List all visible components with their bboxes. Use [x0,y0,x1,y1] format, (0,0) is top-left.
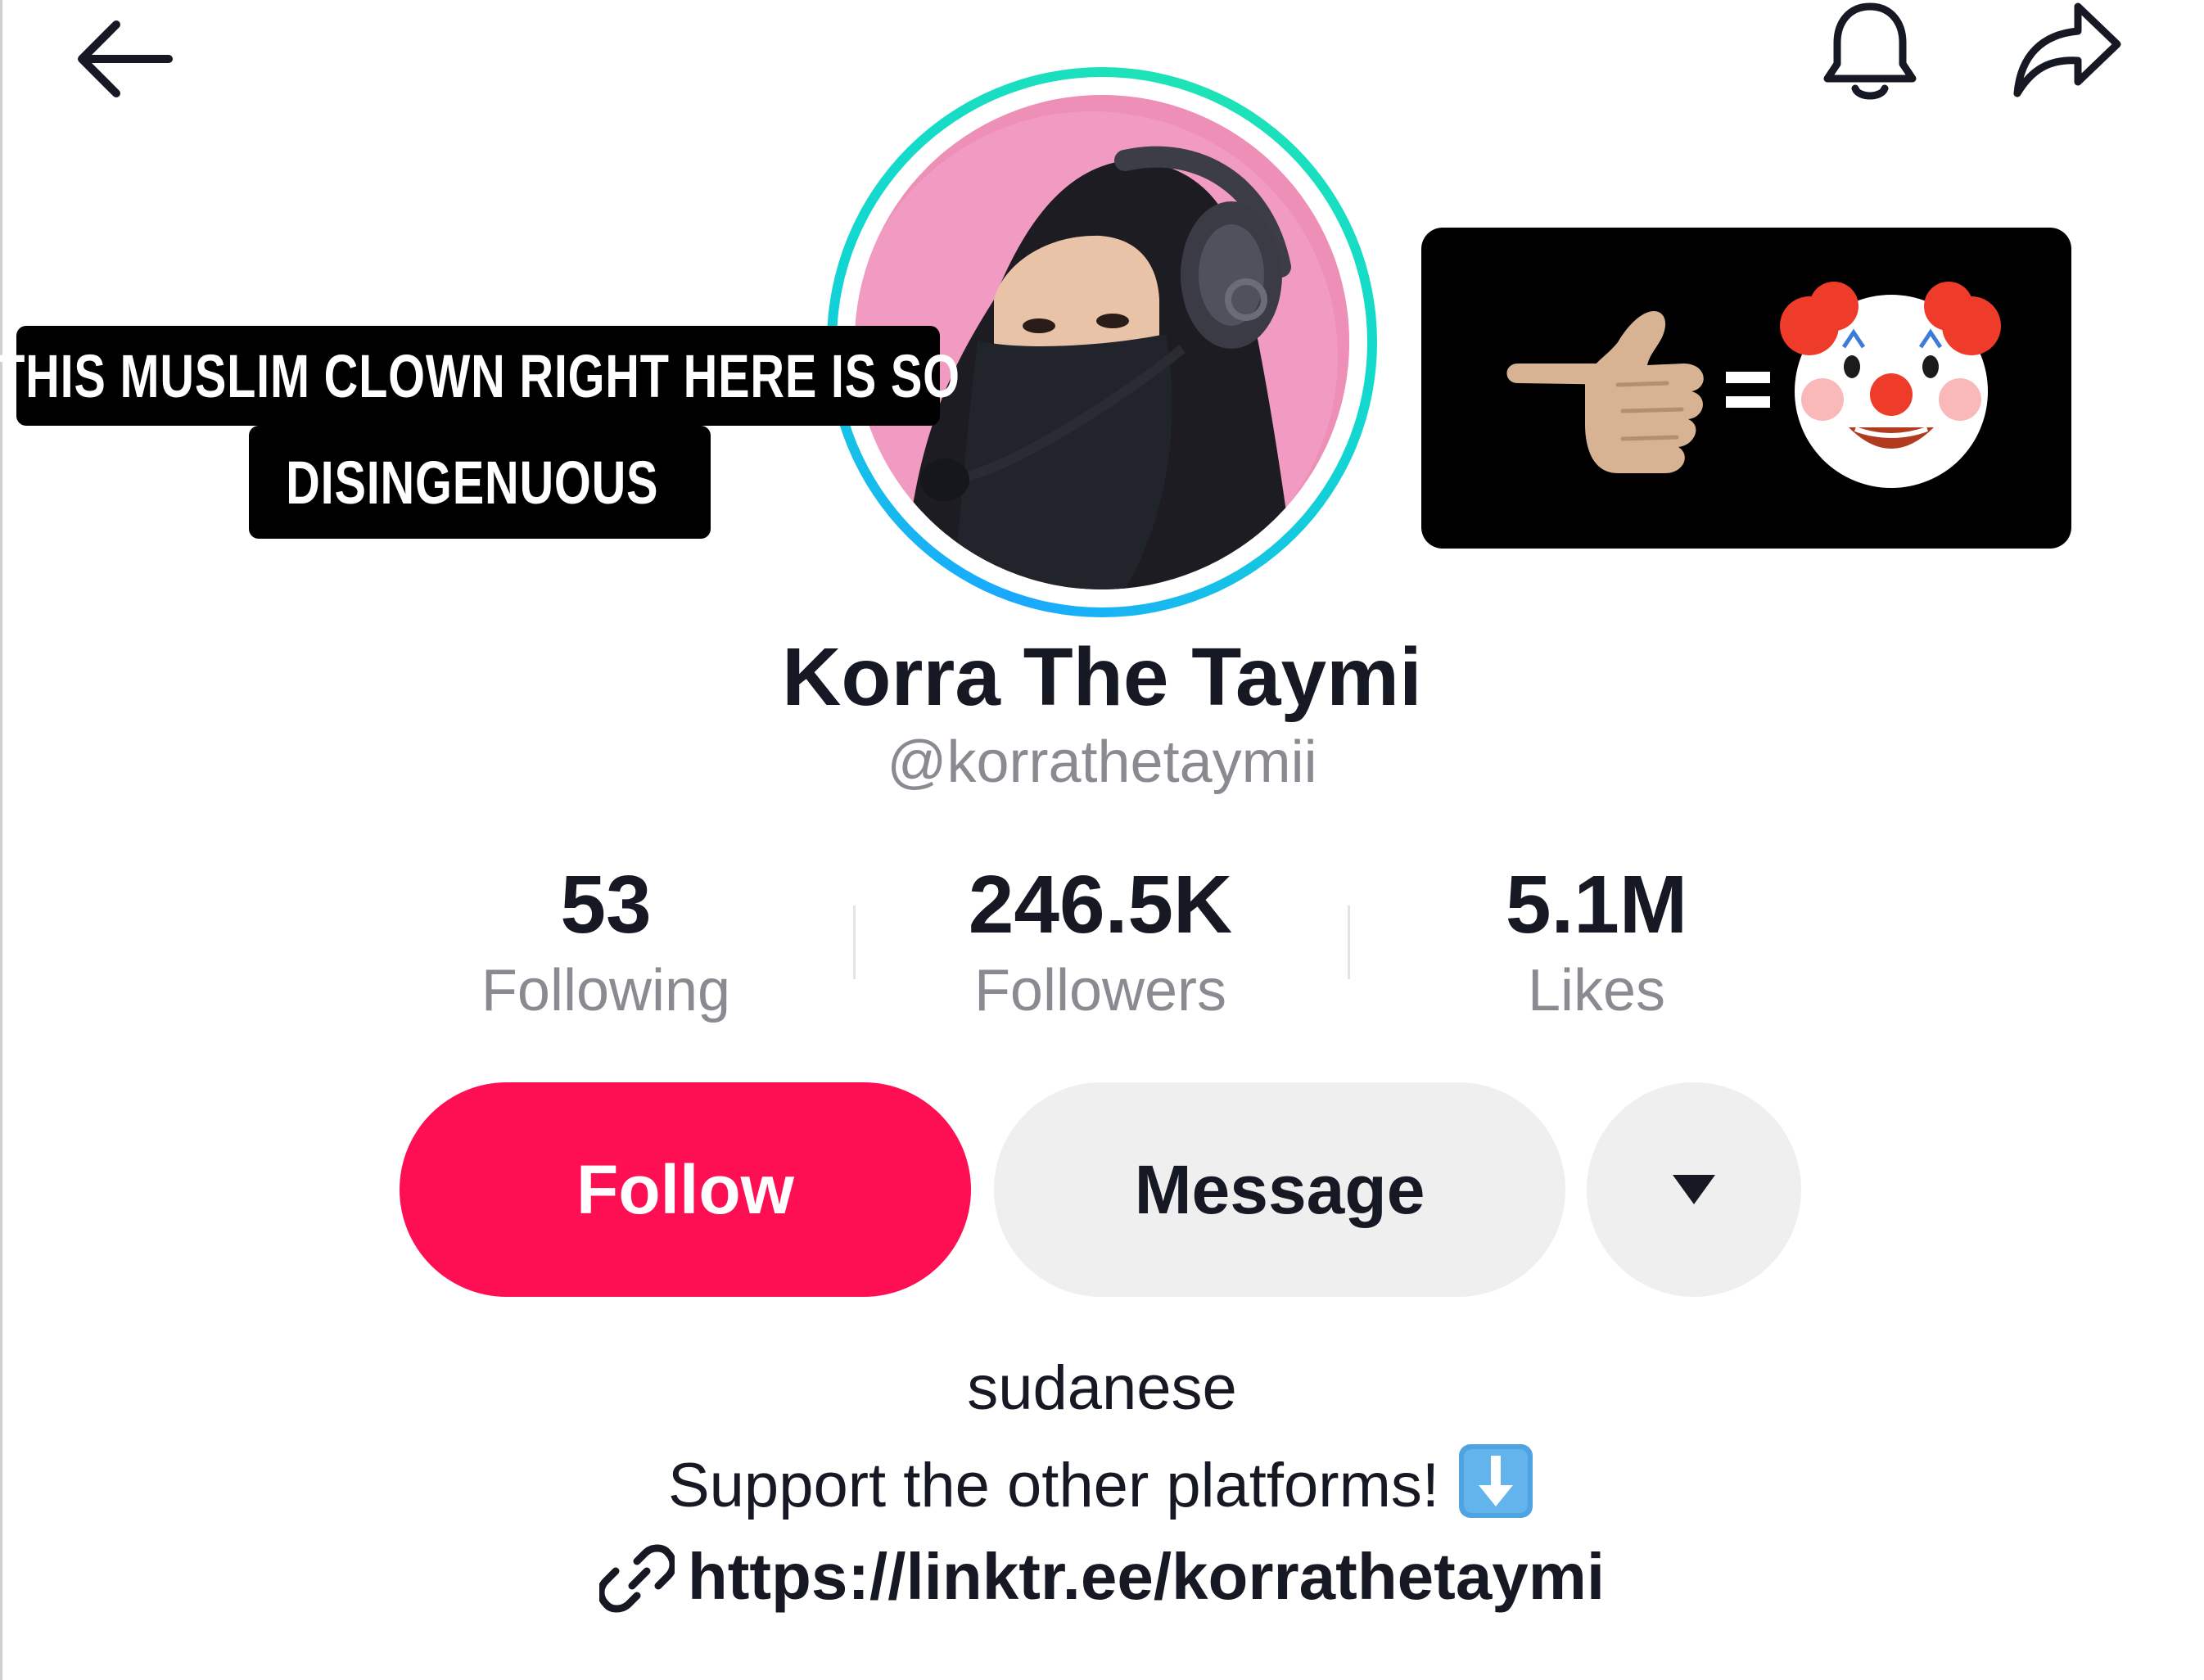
caption-text-line1: THIS MUSLIM CLOWN RIGHT HERE IS SO [0,341,960,410]
clown-face-icon [1780,282,2001,488]
display-name: Korra The Taymi [782,631,1422,723]
likes-count: 5.1M [1505,859,1688,951]
caption-overlay-line1: THIS MUSLIM CLOWN RIGHT HERE IS SO [0,326,960,426]
following-label: Following [481,958,731,1023]
stat-followers[interactable]: 246.5K Followers [896,860,1305,1032]
username-handle: @korrathetaymii [887,729,1317,795]
stat-divider [1348,905,1350,979]
more-options-button[interactable] [1587,1082,1801,1297]
stat-likes[interactable]: 5.1M Likes [1392,860,1801,1032]
bio-line-2: Support the other platforms! [0,1441,2204,1521]
caption-text-line2: DISINGENUOUS [286,448,659,517]
followers-label: Followers [973,958,1227,1023]
stat-following[interactable]: 53 Following [401,860,811,1032]
stat-divider [853,905,856,979]
follow-button[interactable]: Follow [400,1082,971,1297]
bio-link-text[interactable]: https://linktr.ee/korrathetaymi [688,1540,1605,1613]
followers-count: 246.5K [968,859,1233,951]
bio-link[interactable]: https://linktr.ee/korrathetaymi [0,1539,2204,1615]
bio-line-1: sudanese [967,1353,1237,1423]
share-icon[interactable] [2009,0,2124,102]
pointing-left-hand-icon [1506,310,1704,473]
left-edge-divider [0,0,2,1680]
message-button[interactable]: Message [994,1082,1565,1297]
back-arrow-icon[interactable] [70,13,177,103]
caption-overlay-line2: DISINGENUOUS [249,426,795,571]
emoji-sticker-card [1421,228,2071,549]
bell-icon[interactable] [1819,0,1921,105]
caret-down-icon [1673,1175,1715,1204]
bio-line-2-text: Support the other platforms! [667,1451,1440,1520]
profile-screen: THIS MUSLIM CLOWN RIGHT HERE IS SO DISIN… [0,0,2204,1680]
link-icon [597,1540,677,1615]
following-count: 53 [560,859,652,951]
likes-label: Likes [1527,958,1666,1023]
down-arrow-icon [1456,1441,1536,1521]
